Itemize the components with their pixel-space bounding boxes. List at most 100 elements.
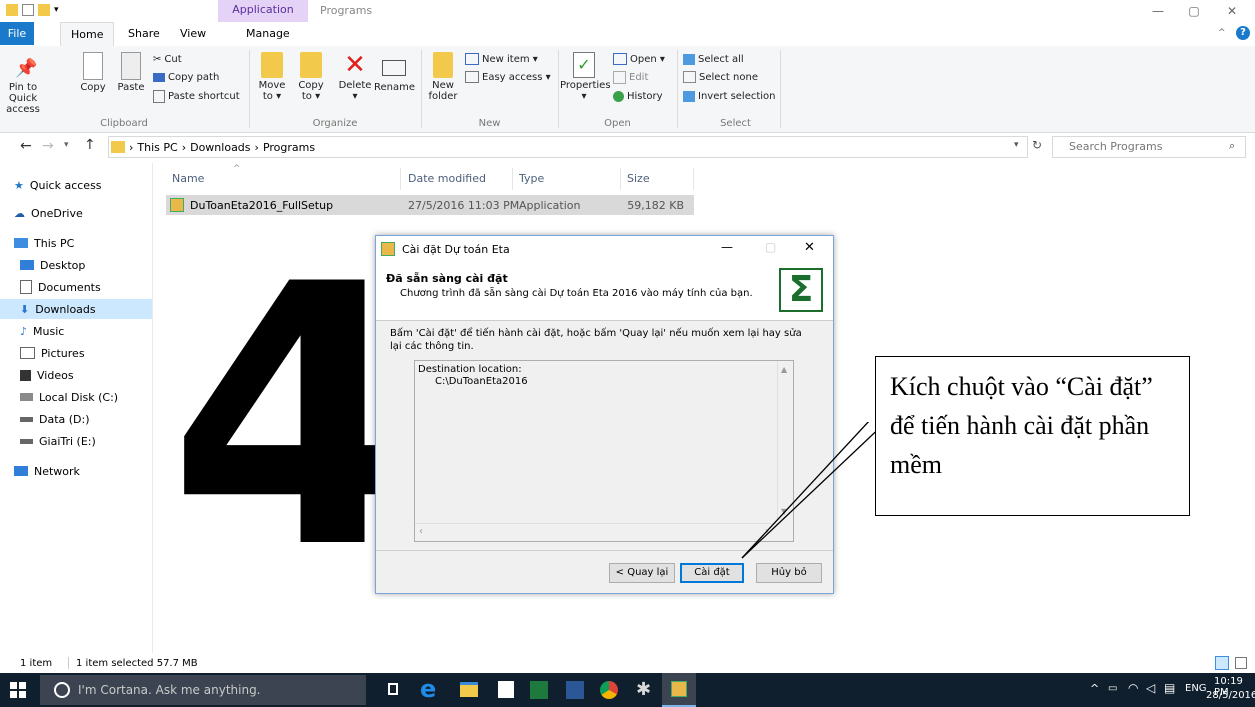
tab-share[interactable]: Share [118, 22, 170, 45]
select-all-button[interactable]: Select all [683, 50, 744, 68]
breadcrumb-programs[interactable]: Programs [263, 141, 315, 154]
nav-data-d[interactable]: Data (D:) [20, 409, 90, 429]
column-divider[interactable] [693, 168, 694, 190]
customize-qat-icon[interactable]: ▾ [54, 5, 59, 15]
notifications-icon[interactable]: ▤ [1164, 681, 1175, 695]
nav-onedrive[interactable]: ☁ OneDrive [14, 203, 83, 223]
tab-manage[interactable]: Manage [236, 22, 300, 45]
move-to-button[interactable]: Move to ▾ [256, 52, 288, 102]
column-divider[interactable] [620, 168, 621, 190]
breadcrumb-this-pc[interactable]: This PC [137, 141, 177, 154]
clock-date[interactable]: 28/5/2016 [1206, 690, 1255, 701]
scroll-left-icon[interactable]: ‹ [419, 526, 423, 537]
search-input[interactable]: Search Programs ⌕ [1052, 136, 1246, 158]
copy-to-button[interactable]: Copy to ▾ [295, 52, 327, 102]
copy-to-icon [300, 52, 322, 78]
wifi-icon[interactable]: ◠ [1128, 681, 1138, 695]
recent-locations-icon[interactable]: ▾ [64, 140, 69, 150]
open-button[interactable]: Open ▾ [613, 50, 665, 68]
properties-button[interactable]: ✓ Properties ▾ [560, 52, 611, 102]
help-icon[interactable]: ? [1236, 26, 1250, 40]
chevron-up-icon[interactable]: ^ [1090, 682, 1099, 695]
column-header-type[interactable]: Type [519, 172, 544, 185]
breadcrumb-downloads[interactable]: Downloads [190, 141, 250, 154]
column-header-name[interactable]: Name [172, 172, 204, 185]
address-field[interactable]: › This PC › Downloads › Programs [108, 136, 1028, 158]
start-windows-icon[interactable] [10, 682, 26, 698]
rename-button[interactable]: Rename [374, 52, 415, 93]
rename-icon [382, 60, 406, 76]
chrome-icon[interactable] [600, 681, 618, 699]
nav-downloads[interactable]: ⬇ Downloads [0, 299, 152, 319]
paste-shortcut-button[interactable]: Paste shortcut [153, 87, 240, 105]
excel-icon[interactable] [530, 681, 548, 699]
details-view-icon[interactable] [1215, 656, 1229, 670]
delete-button[interactable]: ✕ Delete ▾ [338, 52, 372, 102]
tab-file[interactable]: File [0, 22, 34, 45]
dialog-instruction: Bấm 'Cài đặt' để tiến hành cài đặt, hoặc… [390, 328, 802, 352]
copy-path-button[interactable]: Copy path [153, 68, 219, 86]
edge-browser-icon[interactable]: e [420, 675, 436, 703]
cortana-search-box[interactable]: I'm Cortana. Ask me anything. [40, 675, 366, 705]
store-bag-icon[interactable] [498, 681, 514, 698]
nav-this-pc[interactable]: This PC [14, 233, 74, 253]
refresh-icon[interactable]: ↻ [1032, 138, 1042, 152]
close-icon[interactable]: ✕ [1222, 4, 1242, 20]
task-view-icon[interactable] [388, 683, 398, 695]
address-dropdown-icon[interactable]: ▾ [1014, 140, 1019, 150]
edit-button[interactable]: Edit [613, 68, 648, 86]
nav-giaitri-e[interactable]: GiaiTri (E:) [20, 431, 96, 451]
language-indicator[interactable]: ENG [1185, 683, 1207, 694]
large-icons-view-icon[interactable] [1235, 657, 1247, 669]
taskbar-installer-button[interactable] [662, 673, 696, 707]
forward-arrow-icon[interactable]: → [42, 138, 54, 154]
nav-local-disk-c[interactable]: Local Disk (C:) [20, 387, 118, 407]
word-icon[interactable] [566, 681, 584, 699]
invert-selection-button[interactable]: Invert selection [683, 87, 776, 105]
up-arrow-icon[interactable]: ↑ [84, 137, 96, 153]
navigation-pane: ★ Quick access ☁ OneDrive This PC Desktop … [0, 163, 153, 653]
battery-icon[interactable]: ▭ [1108, 683, 1117, 694]
scroll-up-icon[interactable]: ▲ [781, 365, 787, 374]
paste-button[interactable]: Paste [117, 52, 145, 93]
nav-network[interactable]: Network [14, 461, 80, 481]
easy-access-button[interactable]: Easy access ▾ [465, 68, 551, 86]
nav-quick-access[interactable]: ★ Quick access [14, 175, 102, 195]
nav-documents[interactable]: Documents [20, 277, 101, 297]
new-folder-button[interactable]: New folder [428, 52, 458, 102]
collapse-ribbon-icon[interactable]: ^ [1218, 28, 1226, 38]
tab-view[interactable]: View [170, 22, 216, 45]
chevron-right-icon: › [181, 140, 187, 154]
close-icon[interactable]: ✕ [804, 240, 815, 255]
file-size: 59,182 KB [627, 199, 684, 212]
column-header-date[interactable]: Date modified [408, 172, 486, 185]
paste-icon [121, 52, 141, 80]
paint-palette-icon[interactable]: ✱ [636, 679, 651, 700]
select-none-button[interactable]: Select none [683, 68, 758, 86]
column-divider[interactable] [512, 168, 513, 190]
history-button[interactable]: History [613, 87, 663, 105]
new-folder-icon[interactable] [38, 4, 50, 16]
tab-home[interactable]: Home [60, 22, 115, 47]
minimize-icon[interactable]: — [1148, 4, 1168, 20]
column-header-size[interactable]: Size [627, 172, 650, 185]
nav-desktop[interactable]: Desktop [20, 255, 85, 275]
maximize-icon[interactable]: ▢ [1184, 4, 1204, 20]
new-item-button[interactable]: New item ▾ [465, 50, 538, 68]
properties-icon[interactable] [22, 4, 34, 16]
horizontal-scrollbar[interactable]: ‹ › [415, 523, 777, 541]
nav-videos[interactable]: Videos [20, 365, 74, 385]
pin-quick-access-button[interactable]: 📌 Pin to Quick access [2, 58, 44, 115]
nav-label: Pictures [41, 346, 85, 360]
back-arrow-icon[interactable]: ← [20, 138, 32, 154]
minimize-icon[interactable]: — [721, 240, 733, 254]
nav-pictures[interactable]: Pictures [20, 343, 85, 363]
volume-icon[interactable]: ◁ [1146, 681, 1155, 695]
document-icon [20, 280, 32, 294]
copy-button[interactable]: Copy [80, 52, 106, 93]
back-button[interactable]: < Quay lại [609, 563, 675, 583]
file-explorer-icon[interactable] [460, 682, 478, 697]
column-divider[interactable] [400, 168, 401, 190]
cut-button[interactable]: ✂ Cut [153, 50, 182, 68]
nav-music[interactable]: ♪ Music [20, 321, 64, 341]
